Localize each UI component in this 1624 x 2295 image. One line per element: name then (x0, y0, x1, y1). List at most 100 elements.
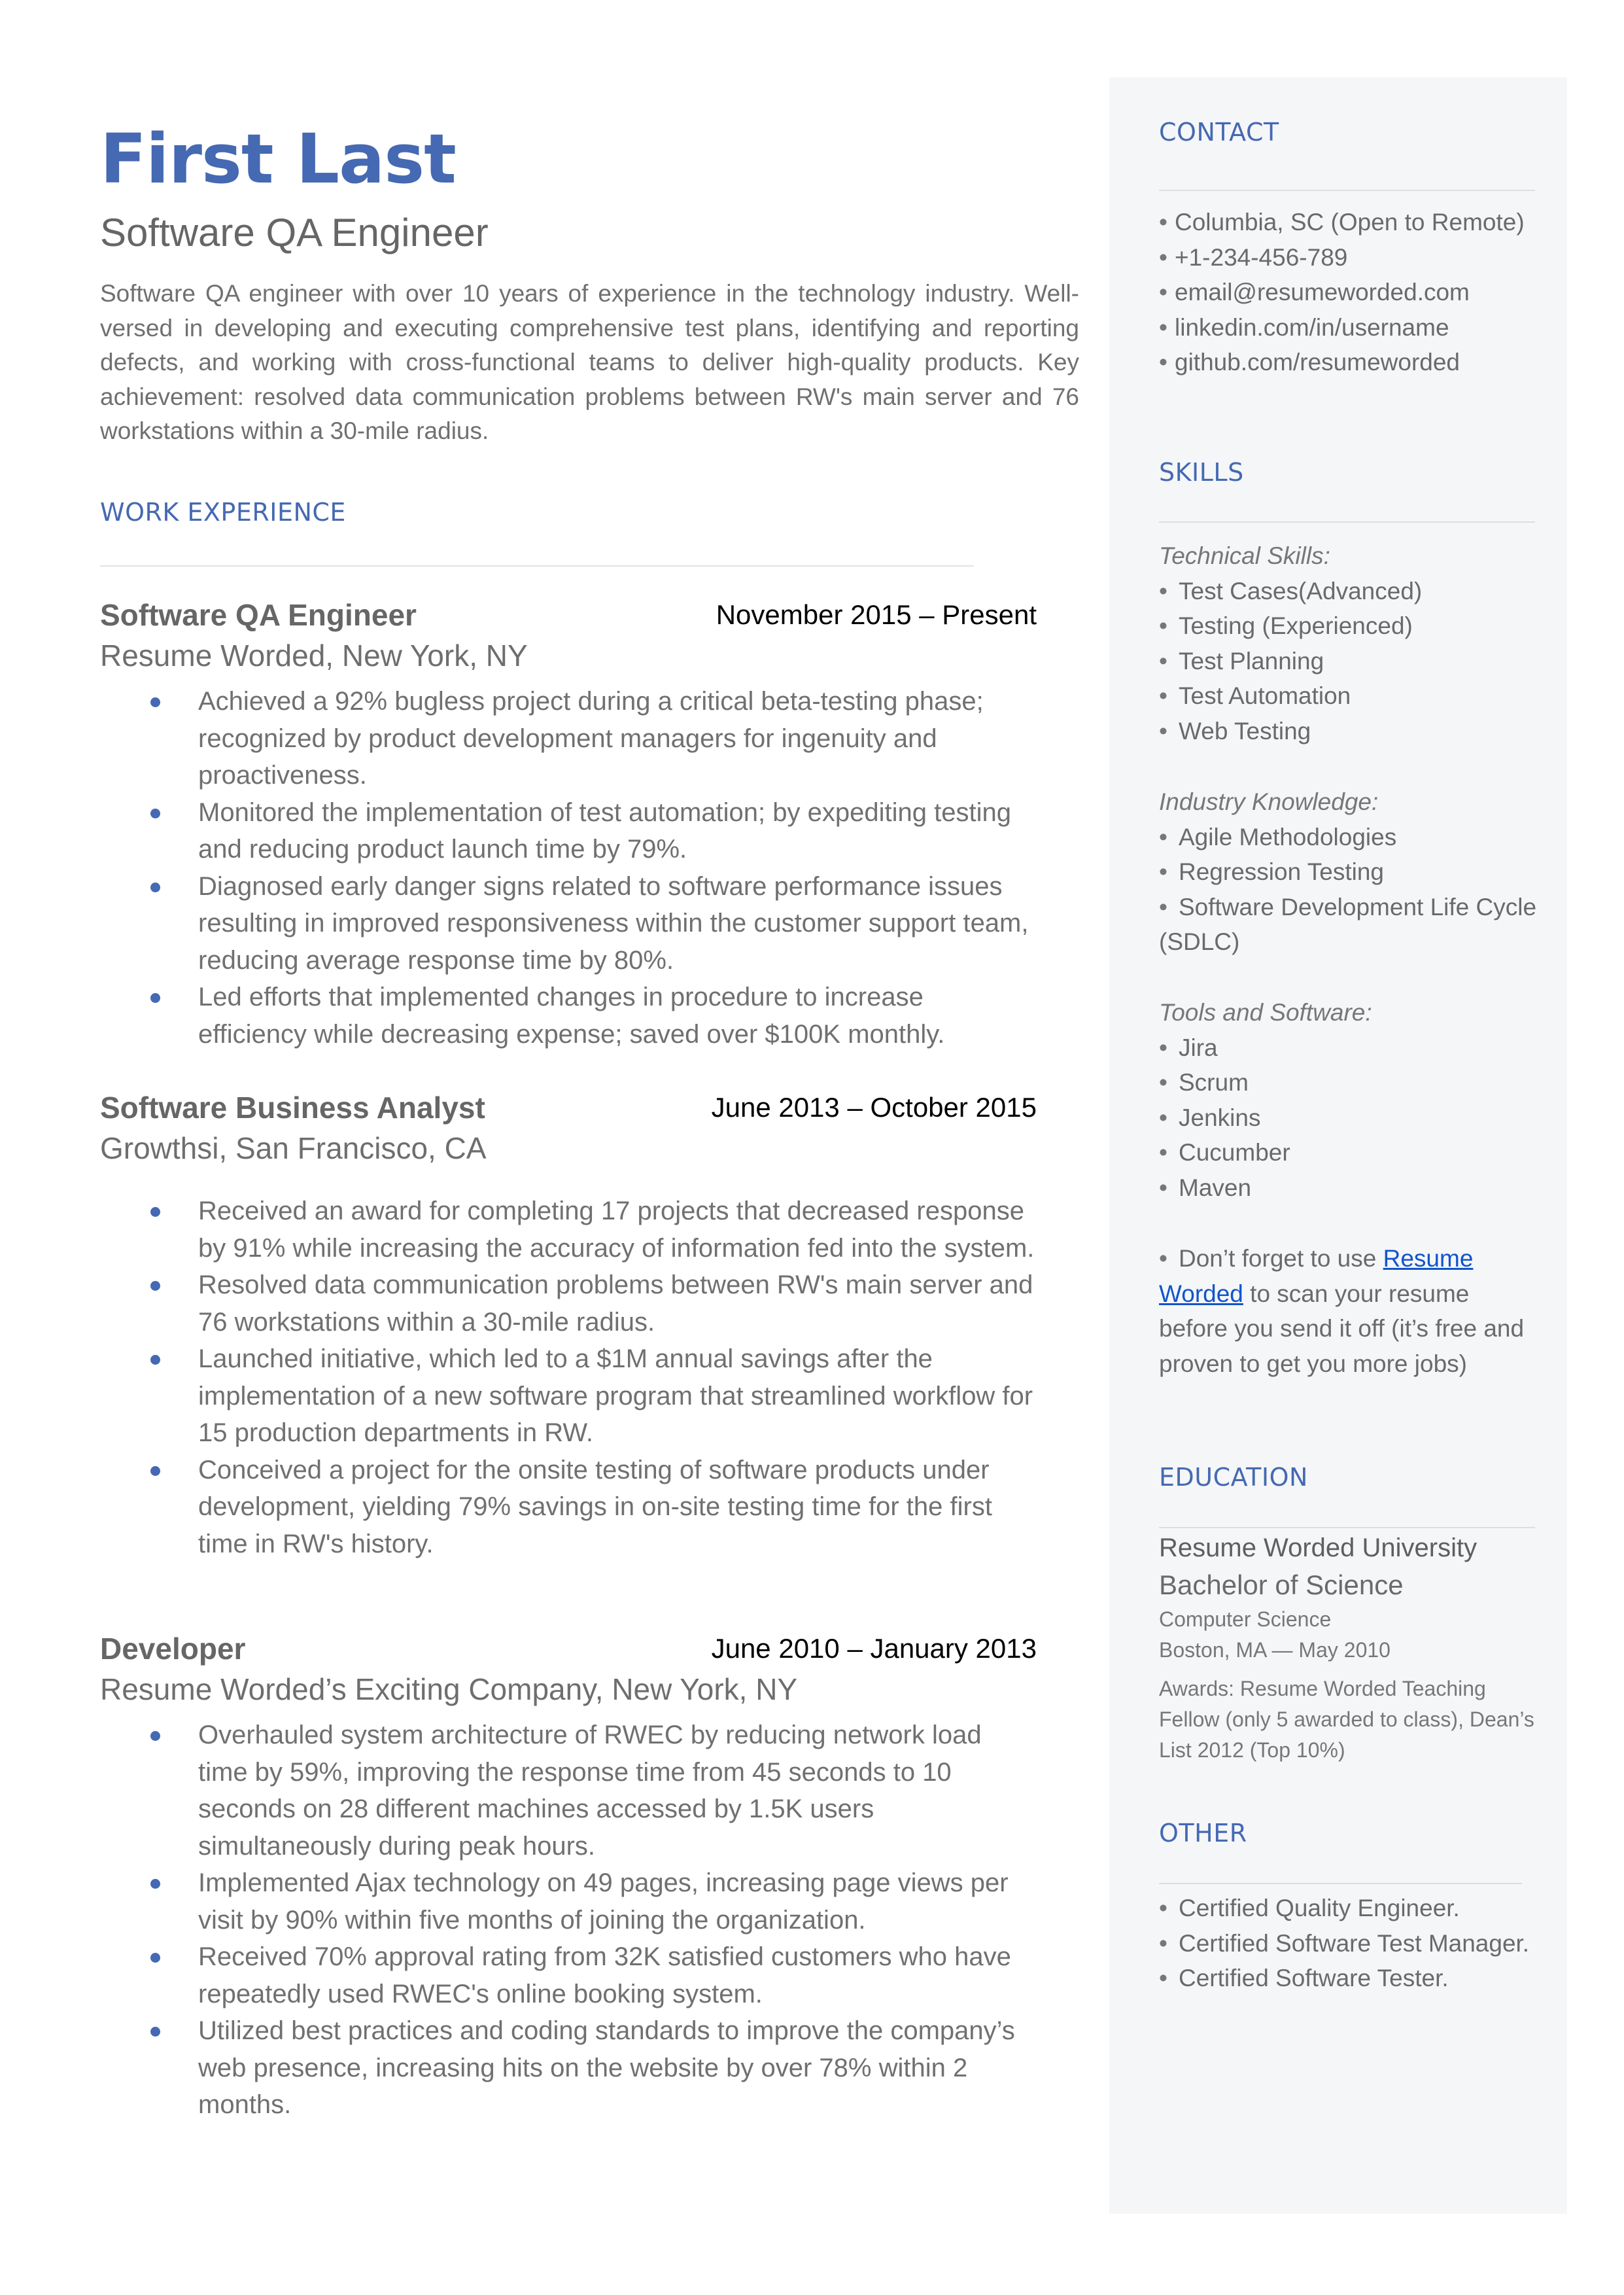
job-title: Software Business Analyst (100, 1091, 485, 1125)
job-bullets: Overhauled system architecture of RWEC b… (100, 1717, 1037, 2124)
job-title: Software QA Engineer (100, 598, 417, 632)
bullet-dot-icon (150, 1281, 160, 1291)
skills-group: Tools and Software: • Jira • Scrum • Jenkin… (1159, 995, 1538, 1205)
job-company: Resume Worded’s Exciting Company, New Yo… (100, 1672, 798, 1706)
summary-paragraph: Software QA engineer with over 10 years … (100, 280, 1079, 444)
bullet-icon: • (1159, 1245, 1167, 1272)
candidate-role: Software QA Engineer (100, 211, 489, 254)
skill-item: • Test Automation (1159, 678, 1538, 714)
resume-worded-tip: • Don’t forget to use Resume Worded to sc… (1159, 1241, 1538, 1381)
job-bullet: Launched initiative, which led to a $1M … (100, 1340, 1037, 1452)
section-divider (100, 565, 974, 567)
job-entry: Software QA Engineer November 2015 – Pre… (100, 595, 1037, 1053)
section-title-other: OTHER (1159, 1819, 1247, 1848)
job-dates: November 2015 – Present (716, 599, 1037, 630)
bullet-icon: • (1159, 717, 1167, 745)
section-divider (1159, 1883, 1522, 1884)
skills-list: • Jira • Scrum • Jenkins • Cucumber • Maven (1159, 1030, 1538, 1206)
job-bullet: Overhauled system architecture of RWEC b… (100, 1717, 1037, 1865)
certification-item: • Certified Quality Engineer. (1159, 1891, 1538, 1926)
skills-group-label: Industry Knowledge: (1159, 788, 1379, 815)
contact-location: • Columbia, SC (Open to Remote) (1159, 205, 1538, 240)
other-list: • Certified Quality Engineer. • Certified … (1159, 1891, 1538, 1996)
skill-item: • Software Development Life Cycle (SDLC) (1159, 890, 1538, 960)
bullet-icon: • (1159, 893, 1167, 920)
skill-item: • Test Cases(Advanced) (1159, 574, 1538, 609)
bullet-icon: • (1159, 243, 1167, 271)
bullet-icon: • (1159, 612, 1167, 639)
skill-item: • Testing (Experienced) (1159, 608, 1538, 644)
education-awards: Awards: Resume Worded Teaching Fellow (o… (1159, 1677, 1534, 1762)
bullet-icon: • (1159, 209, 1167, 236)
bullet-dot-icon (150, 697, 160, 707)
job-dates: June 2013 – October 2015 (711, 1092, 1037, 1123)
job-bullet: Conceived a project for the onsite testi… (100, 1452, 1037, 1563)
skill-item: • Jira (1159, 1030, 1538, 1066)
contact-phone: • +1-234-456-789 (1159, 240, 1538, 275)
bullet-dot-icon (150, 1207, 160, 1217)
job-bullet: Implemented Ajax technology on 49 pages,… (100, 1865, 1037, 1938)
skills-group: Industry Knowledge: • Agile Methodologies… (1159, 784, 1538, 960)
education-field: Computer Science (1159, 1607, 1332, 1631)
job-title: Developer (100, 1632, 246, 1666)
certification-item: • Certified Software Test Manager. (1159, 1926, 1538, 1961)
bullet-icon: • (1159, 1069, 1167, 1096)
bullet-icon: • (1159, 682, 1167, 709)
bullet-dot-icon (150, 2027, 160, 2037)
bullet-dot-icon (150, 882, 160, 892)
bullet-icon: • (1159, 858, 1167, 885)
bullet-icon: • (1159, 349, 1167, 376)
skills-list: • Test Cases(Advanced) • Testing (Experien… (1159, 574, 1538, 749)
section-title-skills: SKILLS (1159, 458, 1244, 487)
section-divider (1159, 190, 1535, 191)
bullet-icon: • (1159, 647, 1167, 674)
bullet-dot-icon (150, 1953, 160, 1963)
job-bullet: Diagnosed early danger signs related to … (100, 868, 1037, 979)
bullet-icon: • (1159, 313, 1167, 341)
job-bullet: Utilized best practices and coding stand… (100, 2012, 1037, 2124)
job-bullet: Achieved a 92% bugless project during a … (100, 683, 1037, 794)
skill-item: • Scrum (1159, 1065, 1538, 1100)
skill-item: • Agile Methodologies (1159, 820, 1538, 855)
certification-item: • Certified Software Tester. (1159, 1961, 1538, 1996)
job-bullets: Achieved a 92% bugless project during a … (100, 683, 1037, 1053)
job-bullet: Received an award for completing 17 proj… (100, 1193, 1037, 1267)
contact-email[interactable]: • email@resumeworded.com (1159, 275, 1538, 310)
bullet-icon: • (1159, 1929, 1167, 1957)
skill-item: • Jenkins (1159, 1100, 1538, 1136)
bullet-dot-icon (150, 1731, 160, 1741)
bullet-icon: • (1159, 279, 1167, 306)
skill-item: • Web Testing (1159, 714, 1538, 749)
job-bullet: Monitored the implementation of test aut… (100, 794, 1037, 868)
contact-github[interactable]: • github.com/resumeworded (1159, 345, 1538, 380)
section-title-work-experience: WORK EXPERIENCE (100, 498, 346, 527)
skill-item: • Cucumber (1159, 1135, 1538, 1170)
job-bullet: Received 70% approval rating from 32K sa… (100, 1938, 1037, 2012)
skills-group-label: Technical Skills: (1159, 542, 1330, 569)
skill-item: • Maven (1159, 1170, 1538, 1206)
bullet-icon: • (1159, 1104, 1167, 1131)
skills-list: • Agile Methodologies • Regression Testing… (1159, 820, 1538, 960)
skills-group-label: Tools and Software: (1159, 999, 1372, 1026)
skill-item: • Test Planning (1159, 644, 1538, 679)
contact-linkedin[interactable]: • linkedin.com/in/username (1159, 310, 1538, 345)
bullet-dot-icon (150, 808, 160, 818)
section-title-contact: CONTACT (1159, 118, 1279, 147)
bullet-icon: • (1159, 1965, 1167, 1991)
education-school: Resume Worded University (1159, 1533, 1477, 1562)
job-bullets: Received an award for completing 17 proj… (100, 1193, 1037, 1562)
education-location-date: Boston, MA — May 2010 (1159, 1638, 1391, 1662)
job-bullet: Led efforts that implemented changes in … (100, 979, 1037, 1053)
job-company: Growthsi, San Francisco, CA (100, 1131, 487, 1165)
job-entry: Developer June 2010 – January 2013 Resum… (100, 1629, 1037, 2124)
bullet-dot-icon (150, 1465, 160, 1476)
bullet-dot-icon (150, 993, 160, 1003)
candidate-name: First Last (100, 119, 457, 199)
bullet-icon: • (1159, 577, 1167, 604)
bullet-icon: • (1159, 1174, 1167, 1201)
skill-item: • Regression Testing (1159, 854, 1538, 890)
section-divider (1159, 1527, 1535, 1528)
education-degree: Bachelor of Science (1159, 1569, 1404, 1600)
bullet-dot-icon (150, 1355, 160, 1365)
bullet-icon: • (1159, 1139, 1167, 1166)
